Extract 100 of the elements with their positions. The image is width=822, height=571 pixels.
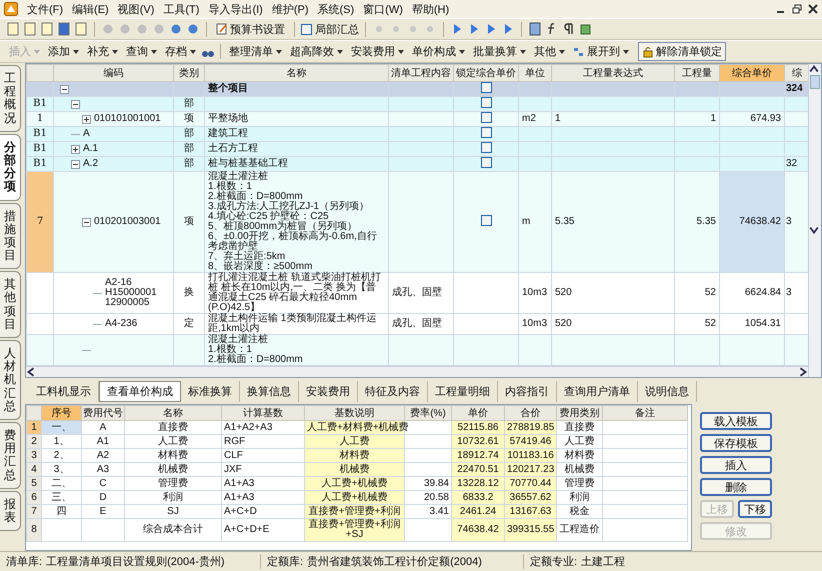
type-text: 部 [184, 128, 194, 139]
column-header[interactable]: 名称 [124, 406, 222, 420]
column-header[interactable]: 名称 [204, 64, 388, 82]
side-tab[interactable]: 人材机汇总 [0, 340, 21, 420]
quantity-text: 52 [704, 287, 716, 298]
column-header[interactable]: 序号 [42, 406, 82, 420]
side-tab[interactable]: 报表 [0, 490, 21, 532]
side-tab[interactable]: 措施项目 [0, 202, 21, 270]
menu-item[interactable]: 帮助(H) [412, 2, 450, 16]
lock-checkbox[interactable] [480, 82, 492, 93]
toolbar-menu-button[interactable]: 安装费用 [348, 43, 407, 60]
toolbar-menu-button[interactable]: 添加 [45, 43, 82, 60]
sequence-text: 三、 [52, 492, 72, 503]
fee-name-text: 人工费 [158, 436, 188, 447]
column-header[interactable]: 单位 [518, 64, 552, 82]
menu-item[interactable]: 工具(T) [163, 2, 200, 16]
expand-icon[interactable] [82, 114, 91, 124]
toolbar-menu-button[interactable]: 存档 [162, 43, 199, 60]
collapse-icon[interactable] [71, 160, 80, 168]
detail-tab[interactable]: 内容指引 [498, 381, 557, 402]
column-header[interactable]: 锁定综合单价 [454, 64, 518, 82]
lock-checkbox[interactable] [480, 112, 492, 123]
scroll-up-icon[interactable] [809, 64, 819, 74]
caret-icon [151, 50, 157, 54]
column-header[interactable]: 费用类别 [556, 406, 602, 420]
detail-tab[interactable]: 说明信息 [638, 381, 697, 402]
budget-settings-button[interactable]: 预算书设置 [213, 20, 288, 38]
base-text: JXF [224, 464, 242, 475]
toolbar-menu-button[interactable]: 补充 [84, 43, 121, 60]
menu-item[interactable]: 窗口(W) [363, 2, 403, 16]
lock-checkbox[interactable] [480, 127, 492, 138]
side-tab[interactable]: 其他项目 [0, 271, 21, 338]
collapse-icon[interactable] [71, 100, 80, 108]
toolbar-menu-button[interactable]: 查询 [123, 43, 160, 60]
save-icon[interactable] [57, 22, 71, 36]
side-tab[interactable]: 工程概况 [0, 65, 21, 132]
column-header[interactable]: 工程量表达式 [552, 64, 674, 82]
scroll-right-icon[interactable] [798, 367, 808, 377]
detail-tab[interactable]: 工程量明细 [428, 381, 498, 402]
column-header[interactable]: 计算基数 [222, 406, 304, 420]
column-header[interactable]: 备注 [602, 406, 688, 420]
panel-button[interactable]: 插入 [700, 456, 772, 474]
fee-code-text: A2 [96, 450, 110, 461]
menu-item[interactable]: 视图(V) [118, 2, 154, 16]
column-header[interactable]: 费率(%) [404, 406, 452, 420]
vertical-scrollbar[interactable] [808, 64, 821, 377]
toolbar-menu-button[interactable]: 整理清单 [226, 43, 285, 60]
unit-text: 10m3 [522, 287, 548, 298]
unlock-list-button[interactable]: 解除清单锁定 [638, 42, 726, 61]
column-header[interactable]: 单价 [452, 406, 504, 420]
collapse-icon[interactable] [60, 84, 69, 94]
menu-item[interactable]: 维护(P) [272, 2, 308, 16]
column-header[interactable]: 综合单价 [720, 64, 784, 82]
column-header[interactable]: 综 [784, 64, 808, 82]
detail-tab[interactable]: 特征及内容 [358, 381, 428, 402]
panel-button[interactable]: 删除 [700, 478, 772, 496]
column-header[interactable]: 编码 [54, 64, 174, 82]
column-header[interactable]: 合价 [504, 406, 556, 420]
collapse-icon[interactable] [82, 218, 91, 226]
toolbar-menu-button[interactable]: 单价构成 [409, 43, 468, 60]
close-icon[interactable] [808, 4, 818, 14]
panel-button[interactable]: 保存模板 [700, 434, 772, 452]
scroll-left-icon[interactable] [26, 367, 36, 377]
toolbar-menu-button[interactable]: 展开到 [570, 43, 632, 60]
side-tab[interactable]: 分部分项 [0, 134, 21, 200]
menu-item[interactable]: 文件(F) [27, 2, 64, 16]
partial-summary-checkbox[interactable]: 局部汇总 [301, 22, 359, 36]
scrollbar-thumb[interactable] [810, 75, 820, 89]
expand-icon[interactable] [71, 144, 80, 154]
total-price-text: 120217.23 [507, 464, 554, 475]
toolbar-menu-button[interactable]: 批量换算 [470, 43, 529, 60]
lock-checkbox[interactable] [480, 157, 492, 168]
lock-checkbox[interactable] [480, 215, 492, 226]
column-header[interactable]: 类别 [174, 64, 204, 82]
new-file-icon[interactable] [6, 22, 20, 36]
column-header[interactable]: 基数说明 [304, 406, 404, 420]
menu-item[interactable]: 编辑(E) [72, 2, 109, 16]
detail-tab[interactable]: 标准换算 [181, 381, 240, 402]
column-header[interactable]: 费用代号 [82, 406, 124, 420]
quantity-text: 52 [704, 318, 716, 329]
side-tab[interactable]: 费用汇总 [0, 422, 21, 489]
column-header[interactable]: 清单工程内容 [388, 64, 454, 82]
fee-category-text: 工程造价 [560, 524, 600, 535]
type-text: 定 [184, 318, 194, 329]
panel-button[interactable]: 下移 [738, 500, 772, 518]
detail-tab[interactable]: 查询用户清单 [557, 381, 638, 402]
panel-button[interactable]: 载入模板 [700, 412, 772, 430]
fee-code-text: E [100, 506, 106, 517]
menu-item[interactable]: 导入导出(I) [208, 2, 263, 16]
toolbar-menu-button[interactable]: 其他 [531, 43, 568, 60]
lock-checkbox[interactable] [480, 97, 492, 108]
detail-tab[interactable]: 安装费用 [299, 381, 358, 402]
toolbar-menu-button[interactable]: 超高降效 [287, 43, 346, 60]
detail-tab[interactable]: 换算信息 [240, 381, 299, 402]
horizontal-scrollbar[interactable] [26, 366, 808, 377]
detail-tab[interactable]: 查看单价构成 [99, 381, 181, 402]
lock-checkbox[interactable] [480, 142, 492, 153]
menu-item[interactable]: 系统(S) [318, 2, 354, 16]
column-header[interactable]: 工程量 [674, 64, 720, 82]
restore-icon[interactable] [792, 4, 802, 14]
